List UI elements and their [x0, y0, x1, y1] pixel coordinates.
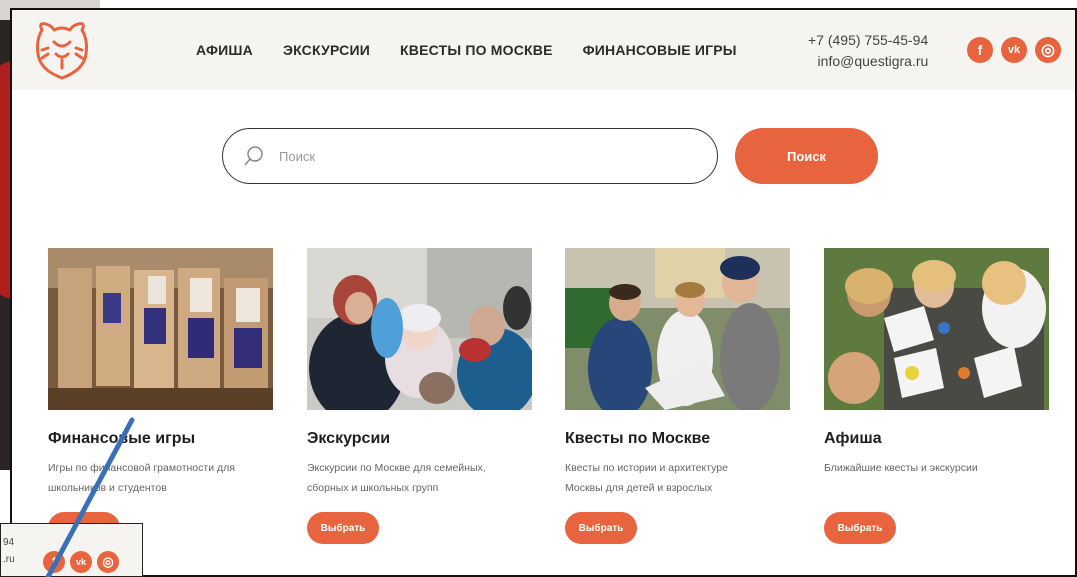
card-description: Игры по финансовой грамотности для школьн…: [48, 462, 235, 494]
choose-button-quests[interactable]: Выбрать: [565, 512, 637, 544]
search-icon: [244, 146, 263, 166]
card-title: Экскурсии: [307, 430, 391, 447]
inset-zoom-screenshot: 94 .ru f vk ◎: [0, 523, 143, 577]
card-description: Ближайшие квесты и экскурсии: [824, 462, 978, 474]
card-quests-moscow: Квесты по Москве Квесты по истории и арх…: [565, 248, 790, 544]
card-description: Экскурсии по Москве для семейных, сборных…: [307, 462, 486, 494]
card-title: Финансовые игры: [48, 430, 196, 447]
main-nav: АФИША ЭКСКУРСИИ КВЕСТЫ ПО МОСКВЕ ФИНАНСО…: [196, 42, 737, 58]
card-financial-games: Финансовые игры Игры по финансовой грамо…: [48, 248, 273, 544]
nav-financial-games[interactable]: ФИНАНСОВЫЕ ИГРЫ: [583, 42, 737, 58]
site-header: АФИША ЭКСКУРСИИ КВЕСТЫ ПО МОСКВЕ ФИНАНСО…: [12, 10, 1075, 90]
facebook-icon: f: [43, 551, 65, 573]
card-description: Квесты по истории и архитектуре Москвы дл…: [565, 462, 728, 494]
social-links: f vk ◎: [967, 37, 1061, 63]
search-field: [222, 128, 718, 184]
contacts: +7 (495) 755-45-94 info@questigra.ru: [808, 30, 928, 72]
phone-link[interactable]: +7 (495) 755-45-94: [808, 30, 928, 51]
vk-icon[interactable]: vk: [1001, 37, 1027, 63]
instagram-icon[interactable]: ◎: [1035, 37, 1061, 63]
card-title: Квесты по Москве: [565, 430, 711, 447]
card-photo-financial-games: [48, 248, 273, 410]
vk-icon: vk: [70, 551, 92, 573]
choose-button-excursions[interactable]: Выбрать: [307, 512, 379, 544]
tiger-logo-icon[interactable]: [34, 20, 90, 82]
card-afisha: Афиша Ближайшие квесты и экскурсии Выбра…: [824, 248, 1049, 544]
instagram-icon: ◎: [97, 551, 119, 573]
card-photo-afisha: [824, 248, 1049, 410]
nav-afisha[interactable]: АФИША: [196, 42, 253, 58]
search-input[interactable]: [279, 144, 699, 168]
card-title: Афиша: [824, 430, 882, 447]
website-screenshot: АФИША ЭКСКУРСИИ КВЕСТЫ ПО МОСКВЕ ФИНАНСО…: [10, 8, 1077, 577]
choose-button-afisha[interactable]: Выбрать: [824, 512, 896, 544]
facebook-icon[interactable]: f: [967, 37, 993, 63]
card-photo-quests: [565, 248, 790, 410]
email-link[interactable]: info@questigra.ru: [808, 51, 929, 72]
card-excursions: Экскурсии Экскурсии по Москве для семейн…: [307, 248, 532, 544]
inset-social-links: f vk ◎: [43, 551, 119, 573]
nav-excursions[interactable]: ЭКСКУРСИИ: [283, 42, 370, 58]
composite-screenshot: АФИША ЭКСКУРСИИ КВЕСТЫ ПО МОСКВЕ ФИНАНСО…: [0, 0, 1077, 577]
nav-quests[interactable]: КВЕСТЫ ПО МОСКВЕ: [400, 42, 553, 58]
card-photo-excursions: [307, 248, 532, 410]
inset-contacts: 94 .ru: [3, 537, 15, 565]
search-button[interactable]: Поиск: [735, 128, 878, 184]
